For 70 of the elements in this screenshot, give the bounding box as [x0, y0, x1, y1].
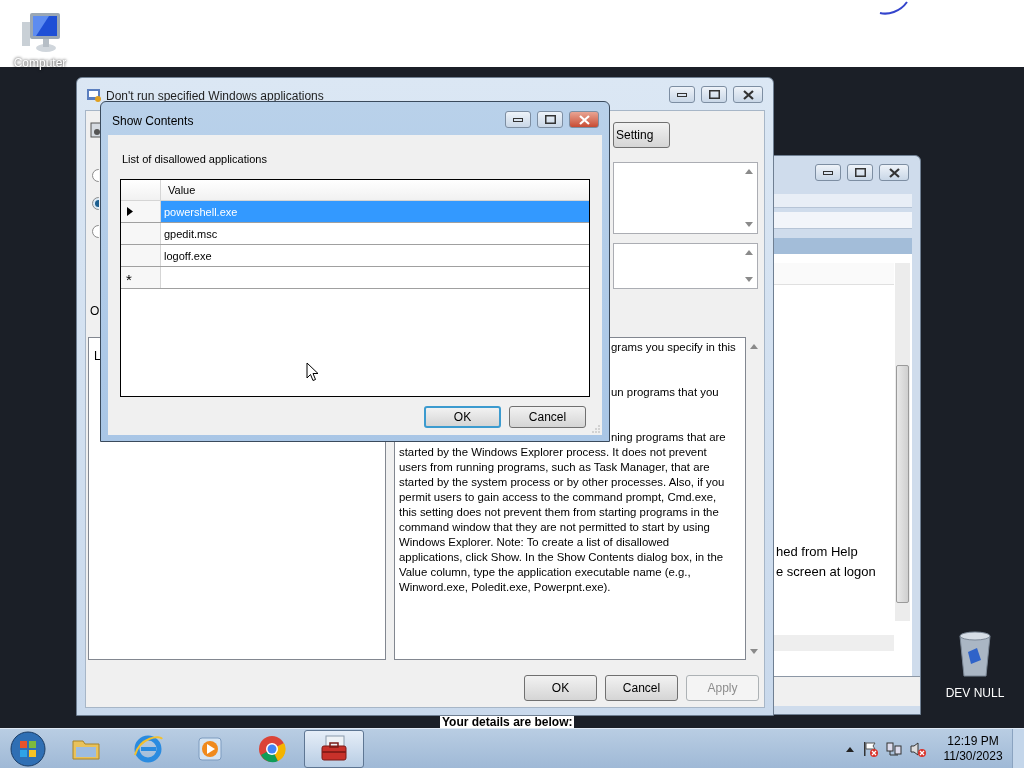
taskbar-button[interactable] — [304, 729, 364, 768]
clock-time: 12:19 PM — [947, 733, 999, 749]
options-text: L — [94, 348, 101, 365]
maximize-button[interactable] — [701, 86, 727, 103]
help-text-line: started by the system process or by other processes. Also, if you — [399, 475, 725, 490]
close-icon — [888, 167, 900, 178]
minimize-icon — [823, 170, 833, 175]
speaker-muted-icon[interactable] — [910, 740, 926, 757]
policy-icon — [86, 87, 102, 103]
minimize-icon — [513, 117, 523, 122]
maximize-icon — [544, 115, 556, 124]
help-text-line: applications, click Show. In the Show Contents dialog box, in the — [399, 550, 724, 565]
scroll-up-arrow-icon[interactable] — [750, 344, 758, 349]
show-hidden-icons-button[interactable] — [846, 745, 854, 752]
maximize-button[interactable] — [847, 164, 873, 181]
minimize-button[interactable] — [815, 164, 841, 181]
help-text-line: command window that they are not permitted to start by using — [399, 520, 710, 535]
list-caption: List of disallowed applications — [122, 152, 267, 167]
scrollbar-thumb[interactable] — [896, 365, 909, 603]
icon-label: Computer — [13, 56, 67, 70]
window-title: Don't run specified Windows applications — [106, 88, 324, 105]
clock-date: 11/30/2023 — [943, 748, 1003, 764]
maximize-icon — [854, 168, 866, 177]
next-setting-button[interactable]: Setting — [613, 122, 670, 148]
dialog-button[interactable]: OK — [424, 406, 501, 428]
help-text-line: Value column, type the application executable name (e.g., — [399, 565, 691, 580]
help-text-line: permit users to gain access to the command prompt, Cmd.exe, — [399, 490, 717, 505]
row-header-cell[interactable] — [121, 245, 161, 266]
dialog-title: Show Contents — [112, 113, 194, 130]
list-text: hed from Help — [776, 543, 858, 561]
current-row-icon — [127, 207, 133, 216]
row-header-cell[interactable] — [121, 201, 161, 222]
mouse-cursor-icon — [306, 362, 319, 382]
close-icon — [578, 114, 590, 125]
close-icon — [742, 89, 754, 100]
scroll-down-arrow-icon[interactable] — [745, 277, 753, 282]
help-text-line: started by the Windows Explorer process. It does not prevent — [399, 445, 707, 460]
network-icon[interactable] — [886, 740, 902, 757]
help-text-line: users from running programs, such as Task Manager, that are — [399, 460, 710, 475]
resize-grip-icon — [592, 425, 600, 433]
dialog-button[interactable]: OK — [524, 675, 597, 701]
new-row-marker: * — [126, 272, 132, 287]
row-header-cell[interactable] — [121, 223, 161, 244]
minimize-button[interactable] — [669, 86, 695, 103]
dialog-button[interactable]: Cancel — [605, 675, 678, 701]
help-text-line: Windows Explorer. Note: To create a list of disallowed — [399, 535, 670, 550]
close-button[interactable] — [733, 86, 763, 103]
options-label: O — [90, 303, 100, 320]
scroll-down-arrow-icon[interactable] — [750, 649, 758, 654]
help-text-line: Winword.exe, Poledit.exe, Powerpnt.exe). — [399, 580, 611, 595]
flag-icon[interactable] — [862, 740, 878, 757]
help-text-line: un programs that you — [611, 385, 719, 400]
close-button[interactable] — [879, 164, 909, 181]
icon-label: DEV NULL — [945, 686, 1005, 700]
scroll-up-arrow-icon[interactable] — [745, 250, 753, 255]
scroll-up-arrow-icon[interactable] — [745, 169, 753, 174]
dialog-button[interactable]: Cancel — [509, 406, 586, 428]
scroll-down-arrow-icon[interactable] — [745, 222, 753, 227]
help-text-line: grams you specify in this — [611, 340, 736, 355]
scrollbar[interactable] — [895, 263, 910, 621]
list-text: e screen at logon — [776, 563, 876, 581]
maximize-icon — [708, 90, 720, 99]
minimize-icon — [677, 92, 687, 97]
help-text-line: ning programs that are — [611, 430, 726, 445]
help-text-line: this setting does not prevent them from starting programs in the — [399, 505, 719, 520]
start-button[interactable] — [9, 729, 47, 768]
minimize-button[interactable] — [505, 111, 531, 128]
maximize-button[interactable] — [537, 111, 563, 128]
scribble-icon — [878, 0, 910, 16]
clock[interactable]: 12:19 PM 11/30/2023 — [940, 733, 1006, 764]
